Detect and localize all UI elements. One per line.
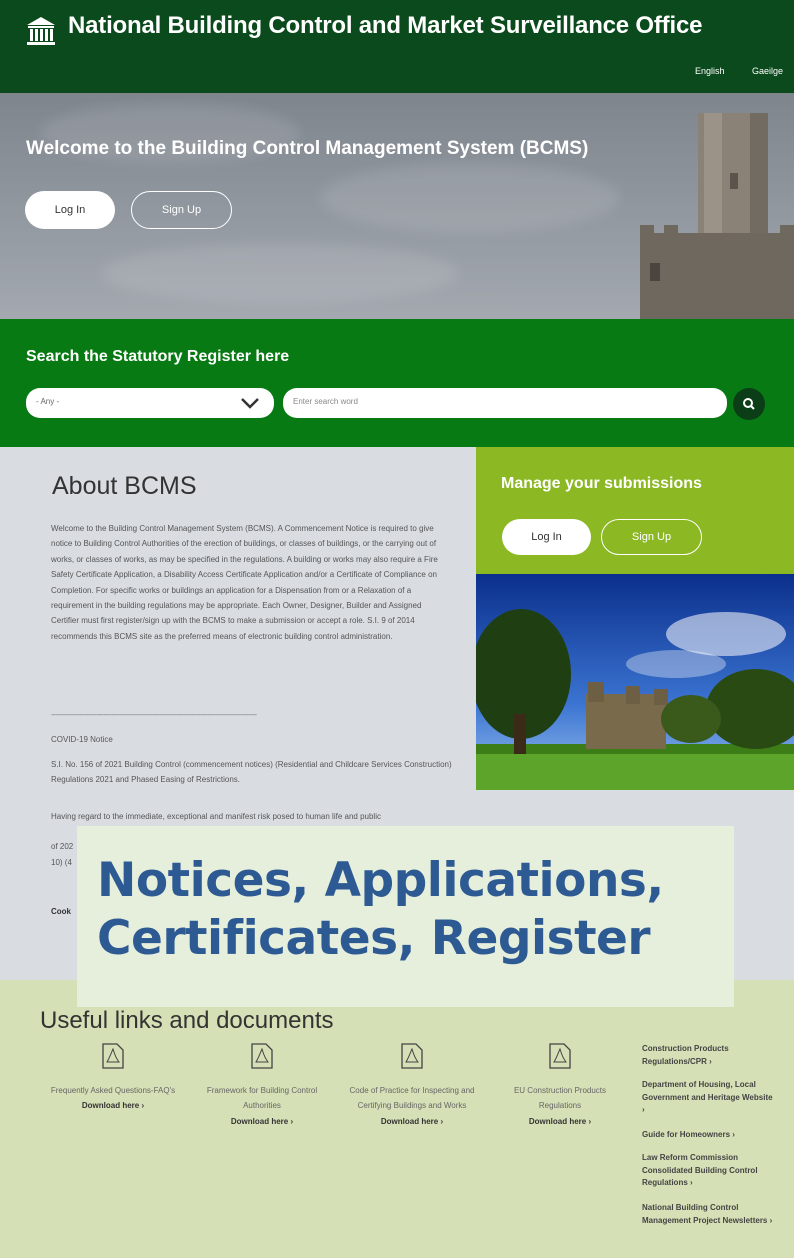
register-type-select[interactable]: - Any -	[26, 388, 274, 418]
pdf-icon	[102, 1043, 124, 1069]
side-link-department[interactable]: Department of Housing, Local Government …	[642, 1079, 777, 1117]
pdf-icon	[549, 1043, 571, 1069]
doc-item-faq[interactable]: Frequently Asked Questions-FAQ's Downloa…	[48, 1043, 178, 1113]
manage-title: Manage your submissions	[501, 475, 702, 492]
covid-text: S.I. No. 156 of 2021 Building Control (c…	[51, 760, 452, 785]
side-link-cpr[interactable]: Construction Products Regulations/CPR ›	[642, 1043, 777, 1068]
doc-item-code-of-practice[interactable]: Code of Practice for Inspecting and Cert…	[347, 1043, 477, 1129]
doc-name: Framework for Building Control Authoriti…	[206, 1086, 318, 1111]
pdf-icon	[251, 1043, 273, 1069]
side-link-law-reform[interactable]: Law Reform Commission Consolidated Build…	[642, 1152, 777, 1190]
caption-line-2: Certificates, Register	[97, 911, 651, 966]
manage-login-button[interactable]: Log In	[502, 519, 591, 555]
site-title[interactable]: National Building Control and Market Sur…	[68, 12, 702, 40]
caption-line-1: Notices, Applications,	[97, 853, 664, 908]
search-icon	[743, 398, 755, 410]
covid-title: COVID-19 Notice	[51, 735, 113, 744]
cloud-shape	[100, 243, 460, 303]
hero-title: Welcome to the Building Control Manageme…	[26, 138, 589, 159]
government-building-icon	[27, 17, 55, 45]
hero-banner: Welcome to the Building Control Manageme…	[0, 93, 794, 319]
site-header: National Building Control and Market Sur…	[0, 0, 794, 93]
search-section: Search the Statutory Register here - Any…	[0, 319, 794, 447]
cookie-link[interactable]: Cook	[51, 907, 71, 916]
landscape-illustration	[476, 574, 794, 790]
manage-submissions-panel: Manage your submissions Log In Sign Up	[476, 447, 794, 574]
doc-item-framework[interactable]: Framework for Building Control Authoriti…	[197, 1043, 327, 1129]
side-link-newsletters[interactable]: National Building Control Management Pro…	[642, 1202, 777, 1227]
select-value: - Any -	[36, 397, 60, 406]
hero-signup-button[interactable]: Sign Up	[131, 191, 232, 229]
regard-text: Having regard to the immediate, exceptio…	[51, 812, 381, 821]
useful-links-title: Useful links and documents	[40, 1007, 334, 1034]
download-link[interactable]: Download here ›	[197, 1114, 327, 1129]
cloud-shape	[320, 163, 620, 233]
search-placeholder: Enter search word	[293, 397, 358, 406]
useful-links-section: Useful links and documents Frequently As…	[0, 980, 794, 1258]
download-link[interactable]: Download here ›	[48, 1098, 178, 1113]
side-link-homeowners[interactable]: Guide for Homeowners ›	[642, 1129, 777, 1142]
download-link[interactable]: Download here ›	[495, 1114, 625, 1129]
download-link[interactable]: Download here ›	[347, 1114, 477, 1129]
castle-landscape-image	[476, 574, 794, 790]
doc-name: EU Construction Products Regulations	[513, 1086, 607, 1111]
caption-text: Notices, Applications, Certificates, Reg…	[97, 852, 664, 968]
manage-signup-button[interactable]: Sign Up	[601, 519, 702, 555]
about-body: Welcome to the Building Control Manageme…	[51, 524, 438, 641]
chevron-down-icon	[241, 398, 259, 409]
pdf-icon	[401, 1043, 423, 1069]
doc-name: Code of Practice for Inspecting and Cert…	[349, 1086, 475, 1111]
divider-line: ----------------------------------------…	[51, 710, 257, 719]
about-title: About BCMS	[52, 472, 197, 500]
language-gaeilge-link[interactable]: Gaeilge	[752, 66, 783, 76]
hero-login-button[interactable]: Log In	[25, 191, 115, 229]
search-input[interactable]: Enter search word	[283, 388, 727, 418]
doc-name: Frequently Asked Questions-FAQ's	[50, 1086, 176, 1095]
language-english-link[interactable]: English	[695, 66, 725, 76]
caption-overlay: Notices, Applications, Certificates, Reg…	[77, 826, 734, 1007]
doc-item-eu-cpr[interactable]: EU Construction Products Regulations Dow…	[495, 1043, 625, 1129]
search-title: Search the Statutory Register here	[26, 348, 290, 365]
castle-tower-image	[640, 113, 794, 319]
search-button[interactable]	[733, 388, 765, 420]
